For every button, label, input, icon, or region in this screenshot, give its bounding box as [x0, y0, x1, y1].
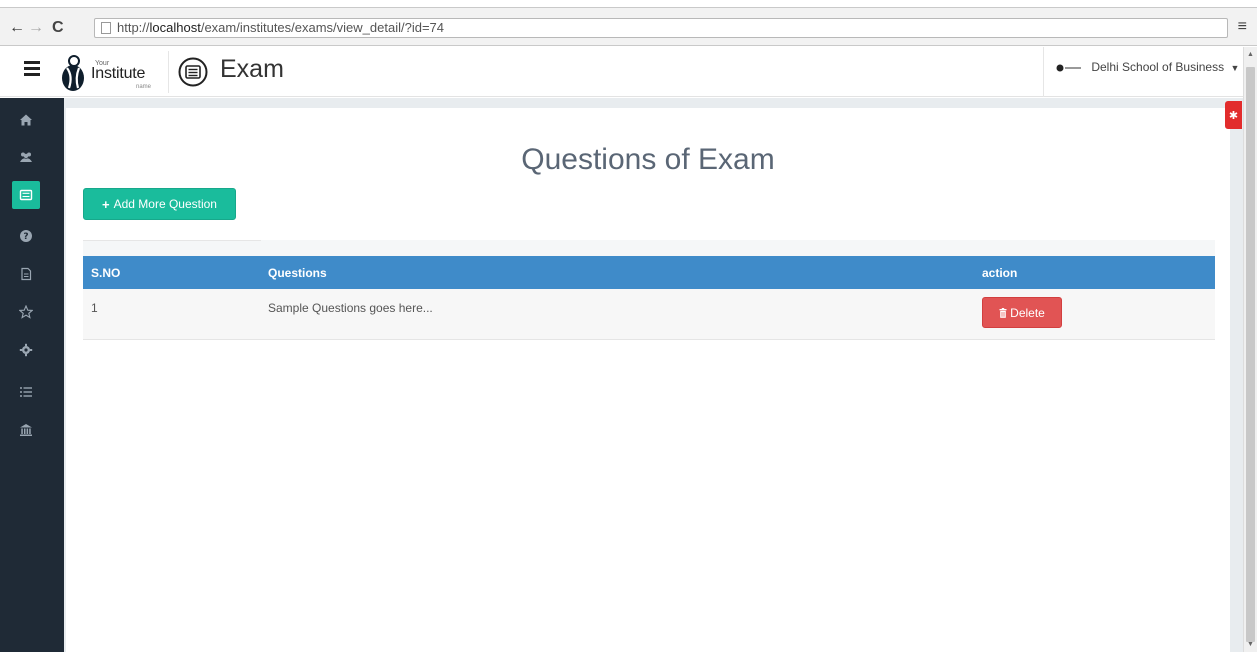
scroll-thumb[interactable]	[1246, 67, 1255, 642]
forward-arrow-icon[interactable]: →	[28, 18, 44, 38]
cell-sno: 1	[91, 301, 98, 315]
hamburger-menu-icon[interactable]	[24, 61, 40, 76]
page-icon	[101, 22, 111, 34]
table-header-row: S.NO Questions action	[83, 256, 1215, 289]
sidebar-item-questions[interactable]: ?	[12, 222, 40, 250]
logo-mark-icon	[62, 55, 84, 91]
url-prefix: http://	[117, 20, 150, 35]
institute-logo[interactable]: Your Institute name	[59, 51, 169, 93]
question-icon: ?	[20, 230, 32, 242]
scroll-up-icon[interactable]: ▲	[1247, 51, 1254, 58]
sidebar-item-home[interactable]	[12, 106, 40, 134]
users-icon	[20, 152, 32, 162]
bug-report-icon[interactable]: ✱	[1225, 101, 1242, 129]
trash-icon	[999, 307, 1007, 318]
plus-icon: +	[102, 196, 110, 212]
caret-down-icon: ▼	[1230, 63, 1240, 73]
exam-icon	[178, 57, 208, 87]
url-path: /exam/institutes/exams/view_detail/?id=7…	[200, 20, 444, 35]
institution-icon	[20, 424, 32, 436]
sidebar-item-settings[interactable]	[12, 336, 40, 364]
column-header-questions[interactable]: Questions	[260, 256, 974, 289]
browser-top-strip	[0, 0, 1257, 8]
sidebar: ?	[0, 98, 64, 652]
table-toolbar-strip	[83, 240, 1215, 256]
sidebar-item-users[interactable]	[12, 143, 40, 171]
url-host: localhost	[149, 20, 201, 35]
back-arrow-icon[interactable]: ←	[9, 18, 25, 38]
app-header: Your Institute name Exam Delhi School of…	[0, 47, 1243, 97]
cell-question: Sample Questions goes here...	[268, 301, 433, 315]
institution-name: Delhi School of Business	[1091, 60, 1225, 74]
delete-button[interactable]: Delete	[982, 297, 1062, 328]
list-icon	[20, 387, 32, 397]
delete-label: Delete	[1010, 305, 1045, 320]
page-scrollbar[interactable]: ▲ ▼	[1243, 47, 1257, 652]
home-icon	[20, 114, 32, 126]
reload-icon[interactable]: C	[52, 18, 64, 38]
sidebar-item-documents[interactable]	[12, 260, 40, 288]
svg-text:?: ?	[23, 232, 28, 242]
cell-action: Delete	[974, 289, 1215, 339]
institution-dropdown[interactable]: Delhi School of Business ▼	[1043, 47, 1243, 97]
questions-table: S.NO Questions action 1 Sample Questions…	[83, 256, 1215, 340]
add-question-label: Add More Question	[113, 197, 217, 211]
gear-icon	[19, 343, 33, 357]
table-row: 1 Sample Questions goes here... Delete	[83, 289, 1215, 339]
page-title: Exam	[220, 55, 284, 83]
column-header-action[interactable]: action	[974, 256, 1215, 289]
logo-name-text: name	[136, 84, 152, 90]
sidebar-item-favorites[interactable]	[12, 298, 40, 326]
add-question-button[interactable]: + Add More Question	[83, 188, 236, 220]
exam-list-icon	[19, 189, 33, 201]
browser-toolbar: ← → C http://localhost/exam/institutes/e…	[0, 8, 1257, 46]
content-panel	[66, 108, 1230, 652]
sidebar-item-list[interactable]	[12, 378, 40, 406]
institution-logo-icon	[1056, 64, 1081, 72]
star-icon	[19, 305, 33, 319]
sidebar-item-institution[interactable]	[12, 416, 40, 444]
divider	[83, 240, 261, 241]
main-title: Questions of Exam	[521, 143, 775, 176]
column-header-sno[interactable]: S.NO	[83, 256, 260, 289]
scroll-down-icon[interactable]: ▼	[1247, 641, 1254, 648]
address-bar[interactable]: http://localhost/exam/institutes/exams/v…	[94, 18, 1228, 38]
document-icon	[21, 267, 32, 281]
logo-institute-text: Institute	[91, 65, 146, 82]
sidebar-item-exams[interactable]	[12, 181, 40, 209]
browser-menu-icon[interactable]: ≡	[1238, 18, 1247, 36]
